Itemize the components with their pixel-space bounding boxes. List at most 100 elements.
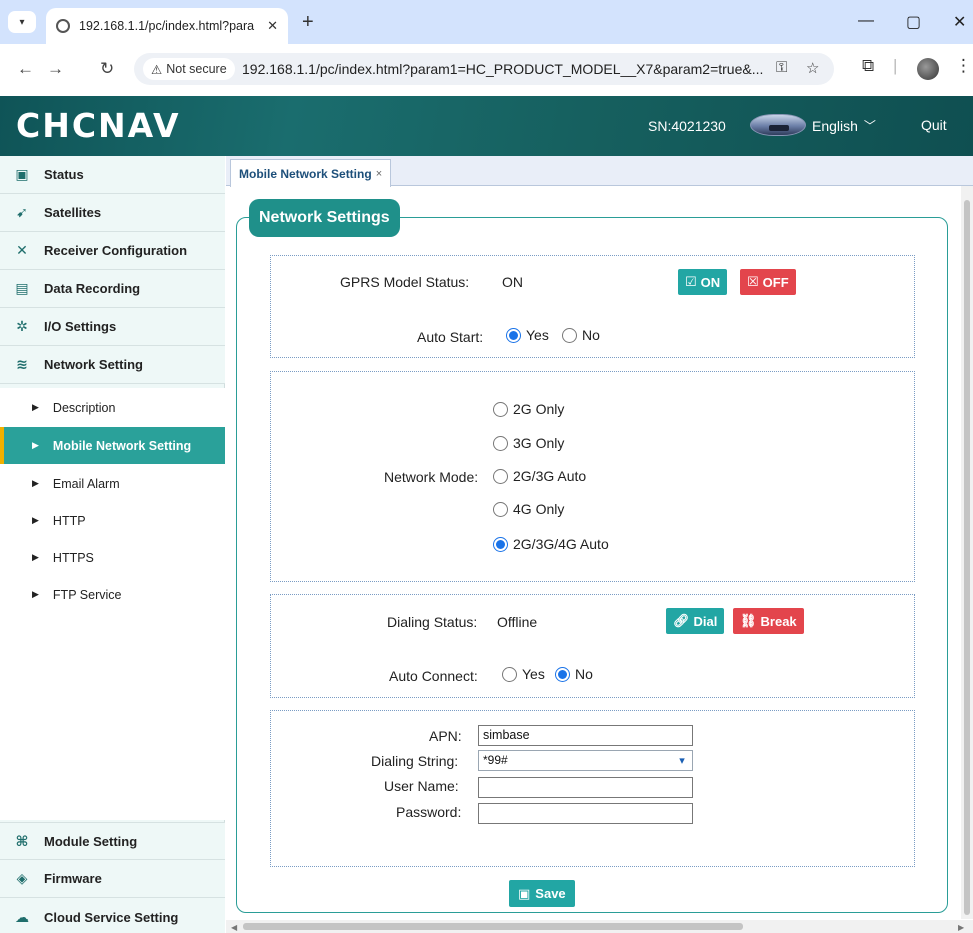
gear-icon: ✲ xyxy=(16,318,28,334)
radio-label: 4G Only xyxy=(513,501,565,517)
radio-checked xyxy=(506,327,521,343)
vertical-scroll-thumb[interactable] xyxy=(964,200,970,915)
receiver-device-icon xyxy=(750,114,806,136)
mode-2g-3g-4g-auto-radio[interactable]: 2G/3G/4G Auto xyxy=(493,536,609,552)
chevron-down-icon: ﹀ xyxy=(863,119,876,133)
break-label: Break xyxy=(760,613,797,629)
user-name-label: User Name: xyxy=(384,778,459,794)
mode-2g-only-radio[interactable]: 2G Only xyxy=(493,401,564,417)
password-input[interactable] xyxy=(478,803,693,824)
profile-avatar[interactable] xyxy=(917,58,939,80)
close-window-icon[interactable]: ✕ xyxy=(953,12,966,32)
key-icon[interactable]: ⚿ xyxy=(776,59,787,76)
warning-icon: ⚠ xyxy=(151,62,163,77)
security-chip[interactable]: ⚠ Not secure xyxy=(143,58,235,80)
submenu-item-label: Mobile Network Setting xyxy=(52,438,192,453)
radio-label: 2G/3G/4G Auto xyxy=(513,536,609,552)
maximize-icon[interactable]: ▢ xyxy=(906,12,921,32)
scroll-left-arrow-icon[interactable]: ◀ xyxy=(231,923,237,932)
page-tab-label: Mobile Network Setting xyxy=(239,166,372,181)
sidebar-item-data-recording[interactable]: ▤ Data Recording xyxy=(0,270,225,308)
sidebar-item-label: Network Setting xyxy=(44,357,143,372)
submenu-item-label: Description xyxy=(52,400,116,415)
more-menu-icon[interactable]: ⋮ xyxy=(955,56,972,76)
gprs-on-label: ON xyxy=(700,274,721,290)
sidebar-item-module-setting[interactable]: ⌘ Module Setting xyxy=(0,822,225,860)
submenu-item-label: Email Alarm xyxy=(52,476,120,491)
tab-mobile-network-setting[interactable]: Mobile Network Setting × xyxy=(230,159,392,187)
submenu-item-email-alarm[interactable]: ▶ Email Alarm xyxy=(0,465,225,502)
dialing-string-select[interactable]: *99# ▾ xyxy=(478,750,693,771)
mode-3g-only-radio[interactable]: 3G Only xyxy=(493,435,564,451)
submenu-item-https[interactable]: ▶ HTTPS xyxy=(0,539,225,576)
gprs-off-label: OFF xyxy=(762,274,789,290)
submenu-item-ftp-service[interactable]: ▶ FTP Service xyxy=(0,576,225,613)
gprs-status-label: GPRS Model Status: xyxy=(340,274,470,290)
close-icon[interactable]: × xyxy=(376,168,382,180)
radio-unchecked xyxy=(562,327,577,343)
radio-label: 3G Only xyxy=(513,435,565,451)
gprs-off-button[interactable]: ☒ OFF xyxy=(740,269,796,295)
globe-icon xyxy=(56,19,70,33)
extensions-icon[interactable]: ⧉ xyxy=(862,56,874,76)
sidebar-item-satellites[interactable]: ➹ Satellites xyxy=(0,194,225,232)
dial-label: Dial xyxy=(693,613,718,629)
sidebar-item-label: Receiver Configuration xyxy=(44,243,188,258)
submenu-item-http[interactable]: ▶ HTTP xyxy=(0,502,225,539)
quit-link[interactable]: Quit xyxy=(921,117,947,133)
tab-close-icon[interactable]: ✕ xyxy=(267,18,278,34)
url-text[interactable]: 192.168.1.1/pc/index.html?param1=HC_PROD… xyxy=(242,61,763,77)
submenu-item-description[interactable]: ▶ Description xyxy=(0,389,225,426)
satellite-icon: ➹ xyxy=(16,204,28,220)
omnibox[interactable]: ⚠ Not secure 192.168.1.1/pc/index.html?p… xyxy=(134,53,834,85)
sidebar-item-io-settings[interactable]: ✲ I/O Settings xyxy=(0,308,225,346)
auto-start-yes-radio[interactable]: Yes xyxy=(506,327,549,343)
new-tab-button[interactable]: + xyxy=(302,12,314,32)
password-label: Password: xyxy=(396,804,462,820)
apn-input[interactable]: simbase xyxy=(478,725,693,746)
address-bar-row: ← → ↻ ⚠ Not secure 192.168.1.1/pc/index.… xyxy=(0,44,973,96)
reload-icon[interactable]: ↻ xyxy=(100,60,114,78)
submenu-item-label: FTP Service xyxy=(52,587,122,602)
radio-unchecked xyxy=(502,666,517,682)
dial-button[interactable]: 🔗︎ Dial xyxy=(666,608,725,634)
gprs-status-value: ON xyxy=(502,274,523,290)
edit-icon: ☑ xyxy=(685,274,697,289)
mode-4g-only-radio[interactable]: 4G Only xyxy=(493,501,564,517)
sidebar-item-firmware[interactable]: ◈ Firmware xyxy=(0,860,225,898)
sidebar-item-label: Data Recording xyxy=(44,281,141,296)
radio-label: No xyxy=(575,666,593,682)
toolbar-divider: | xyxy=(893,56,898,75)
auto-connect-no-radio[interactable]: No xyxy=(555,666,593,682)
mode-2g-3g-auto-radio[interactable]: 2G/3G Auto xyxy=(493,468,586,484)
tab-search-button[interactable]: ▾ xyxy=(8,11,36,33)
save-button[interactable]: ▣ Save xyxy=(509,880,575,907)
back-arrow-icon[interactable]: ← xyxy=(17,60,34,78)
sidebar-item-label: Firmware xyxy=(44,871,102,886)
horizontal-scroll-thumb[interactable] xyxy=(243,923,743,930)
sidebar-item-network-setting[interactable]: ≋ Network Setting xyxy=(0,346,225,384)
language-label: English xyxy=(812,117,858,134)
auto-start-no-radio[interactable]: No xyxy=(562,327,600,343)
sidebar-item-status[interactable]: ▣ Status xyxy=(0,156,225,194)
user-name-input[interactable] xyxy=(478,777,693,798)
star-icon[interactable]: ☆ xyxy=(806,59,819,77)
sidebar-item-label: Status xyxy=(44,167,84,182)
list-icon: ▤ xyxy=(15,280,29,296)
auto-connect-yes-radio[interactable]: Yes xyxy=(502,666,545,682)
sidebar-item-receiver-configuration[interactable]: ✕ Receiver Configuration xyxy=(0,232,225,270)
break-button[interactable]: ⛓︎ Break xyxy=(733,608,804,634)
browser-tab-bar: ▾ 192.168.1.1/pc/index.html?para ✕ + — ▢… xyxy=(0,0,973,44)
minimize-icon[interactable]: — xyxy=(858,12,874,30)
language-selector[interactable]: English ﹀ xyxy=(812,117,876,134)
scroll-right-arrow-icon[interactable]: ▶ xyxy=(958,923,964,932)
chcnav-logo: CHCNAV xyxy=(16,106,181,145)
submenu-item-mobile-network-setting[interactable]: ▶ Mobile Network Setting xyxy=(0,427,225,464)
sidebar-item-cloud-service-setting[interactable]: ☁ Cloud Service Setting xyxy=(0,898,225,933)
sidebar-item-label: Satellites xyxy=(44,205,102,220)
caret-right-icon: ▶ xyxy=(32,402,39,412)
forward-arrow-icon[interactable]: → xyxy=(47,60,64,78)
browser-tab[interactable]: 192.168.1.1/pc/index.html?para ✕ xyxy=(46,8,288,44)
gprs-on-button[interactable]: ☑ ON xyxy=(678,269,728,295)
power-off-icon: ☒ xyxy=(747,274,759,289)
